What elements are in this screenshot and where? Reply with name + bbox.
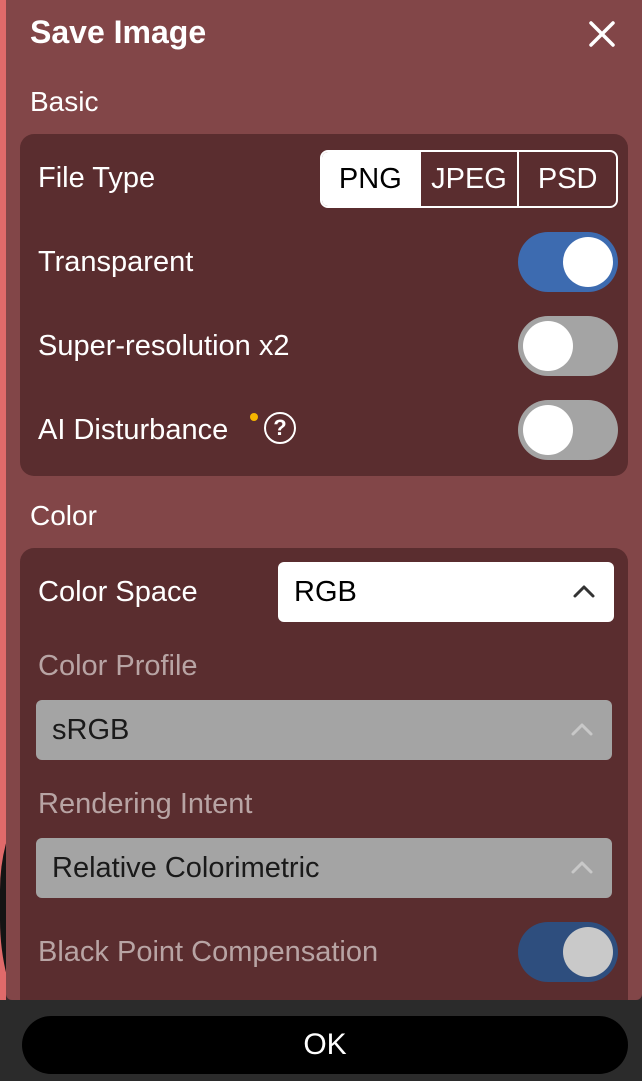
toggle-knob — [563, 927, 613, 977]
section-basic-label: Basic — [30, 86, 99, 117]
black-point-label: Black Point Compensation — [38, 936, 379, 968]
file-type-label: File Type — [38, 162, 156, 194]
color-space-label: Color Space — [38, 576, 198, 608]
new-badge-dot — [250, 413, 258, 421]
chevron-up-icon — [573, 585, 595, 598]
super-resolution-toggle[interactable] — [518, 316, 618, 376]
ok-button[interactable]: OK — [22, 1016, 628, 1074]
rendering-intent-value: Relative Colorimetric — [52, 851, 320, 884]
super-resolution-label: Super-resolution x2 — [38, 330, 290, 362]
toggle-knob — [563, 237, 613, 287]
color-space-select[interactable]: RGB — [278, 562, 614, 622]
ai-disturbance-toggle[interactable] — [518, 400, 618, 460]
file-type-psd[interactable]: PSD — [517, 152, 616, 206]
file-type-jpeg[interactable]: JPEG — [418, 152, 518, 206]
transparent-toggle[interactable] — [518, 232, 618, 292]
close-icon — [589, 21, 615, 47]
transparent-label: Transparent — [38, 246, 194, 278]
color-space-value: RGB — [294, 575, 357, 608]
chevron-up-icon — [571, 723, 593, 736]
dialog-title: Save Image — [30, 14, 207, 50]
help-icon[interactable]: ? — [264, 412, 296, 444]
color-profile-value: sRGB — [52, 713, 130, 746]
color-profile-label: Color Profile — [38, 650, 198, 682]
color-card: Color Space RGB Color Profile sRGB Rende… — [20, 548, 628, 1000]
close-button[interactable] — [582, 14, 622, 54]
black-point-toggle[interactable] — [518, 922, 618, 982]
save-image-dialog: Save Image Basic File Type PNG JPEG PSD … — [6, 0, 642, 1000]
toggle-knob — [523, 321, 573, 371]
basic-card: File Type PNG JPEG PSD Transparent Super… — [20, 134, 628, 476]
rendering-intent-label: Rendering Intent — [38, 788, 253, 820]
file-type-selector: PNG JPEG PSD — [320, 150, 618, 208]
section-color-label: Color — [30, 500, 97, 531]
toggle-knob — [523, 405, 573, 455]
ai-disturbance-label: AI Disturbance — [38, 414, 229, 446]
rendering-intent-select[interactable]: Relative Colorimetric — [36, 838, 612, 898]
file-type-png[interactable]: PNG — [322, 152, 419, 206]
color-profile-select[interactable]: sRGB — [36, 700, 612, 760]
chevron-up-icon — [571, 861, 593, 874]
